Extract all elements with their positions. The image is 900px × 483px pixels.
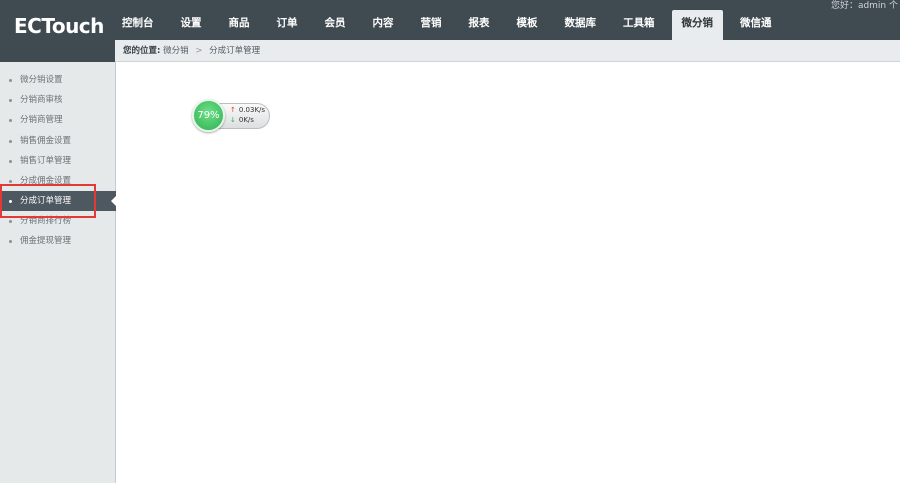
breadcrumb-link-distribution[interactable]: 微分销 — [163, 46, 189, 56]
sidebar-item-distribution-settings[interactable]: 微分销设置 — [0, 70, 116, 90]
nav-item-database[interactable]: 数据库 — [555, 10, 607, 40]
sidebar-item-label: 分销商审核 — [20, 95, 63, 105]
upload-speed-value: 0.03K/s — [238, 106, 266, 114]
breadcrumb-separator: > — [195, 46, 203, 56]
breadcrumb-prefix: 您的位置: — [123, 46, 161, 56]
nav-item-dashboard[interactable]: 控制台 — [112, 10, 164, 40]
memory-usage-circle[interactable]: 79% — [192, 99, 225, 132]
bullet-icon — [9, 99, 12, 102]
down-arrow-icon: ↓ — [230, 116, 236, 124]
sidebar-item-label: 销售订单管理 — [20, 156, 72, 166]
nav-item-templates[interactable]: 模板 — [507, 10, 548, 40]
breadcrumb-current: 分成订单管理 — [209, 46, 261, 56]
upload-speed: ↑ 0.03K/s — [230, 106, 265, 114]
nav-item-settings[interactable]: 设置 — [171, 10, 212, 40]
sidebar-item-share-order-management[interactable]: 分成订单管理 — [0, 191, 117, 211]
sidebar-item-label: 分销商管理 — [20, 115, 63, 125]
top-header: ECTouch 您好：admin 个 控制台 设置 商品 订单 会员 内容 营销… — [0, 0, 900, 40]
bullet-icon — [9, 240, 12, 243]
sidebar-item-commission-withdrawal[interactable]: 佣金提现管理 — [0, 231, 116, 251]
sidebar-item-label: 分销商排行榜 — [20, 216, 72, 226]
bullet-icon — [9, 79, 12, 82]
sidebar: 微分销设置 分销商审核 分销商管理 销售佣金设置 销售订单管理 分成佣金设置 分… — [0, 62, 117, 483]
up-arrow-icon: ↑ — [230, 106, 236, 114]
sidebar-item-label: 微分销设置 — [20, 75, 63, 85]
bullet-icon — [9, 140, 12, 143]
network-speed-widget[interactable]: 79% ↑ 0.03K/s ↓ 0K/s — [192, 99, 270, 132]
sidebar-item-distributor-ranking[interactable]: 分销商排行榜 — [0, 211, 116, 231]
breadcrumb-bar: 您的位置: 微分销 > 分成订单管理 — [0, 40, 900, 62]
download-speed: ↓ 0K/s — [230, 116, 254, 124]
sidebar-item-sales-order-management[interactable]: 销售订单管理 — [0, 151, 116, 171]
active-pointer-icon — [111, 195, 117, 207]
bullet-icon — [9, 220, 12, 223]
breadcrumb: 您的位置: 微分销 > 分成订单管理 — [123, 40, 260, 62]
nav-item-goods[interactable]: 商品 — [219, 10, 260, 40]
bullet-icon — [9, 180, 12, 183]
nav-item-members[interactable]: 会员 — [315, 10, 356, 40]
nav-item-reports[interactable]: 报表 — [459, 10, 500, 40]
download-speed-value: 0K/s — [238, 116, 254, 124]
bullet-icon — [9, 119, 12, 122]
nav-item-wechat[interactable]: 微信通 — [730, 10, 782, 40]
sidebar-item-share-commission-settings[interactable]: 分成佣金设置 — [0, 171, 116, 191]
nav-item-tools[interactable]: 工具箱 — [613, 10, 665, 40]
sidebar-item-distributor-review[interactable]: 分销商审核 — [0, 90, 116, 110]
sidebar-item-sales-commission-settings[interactable]: 销售佣金设置 — [0, 131, 116, 151]
sidebar-item-label: 佣金提现管理 — [20, 236, 72, 246]
app-logo[interactable]: ECTouch — [14, 14, 104, 38]
bullet-icon — [9, 200, 12, 203]
sidebar-item-label: 分成佣金设置 — [20, 176, 72, 186]
nav-item-content[interactable]: 内容 — [363, 10, 404, 40]
bullet-icon — [9, 160, 12, 163]
sidebar-header — [0, 40, 115, 62]
main-nav: 控制台 设置 商品 订单 会员 内容 营销 报表 模板 数据库 工具箱 微分销 … — [112, 10, 789, 40]
user-greeting[interactable]: 您好：admin 个 — [831, 0, 898, 12]
sidebar-item-distributor-management[interactable]: 分销商管理 — [0, 110, 116, 130]
sidebar-item-label: 销售佣金设置 — [20, 136, 72, 146]
nav-item-orders[interactable]: 订单 — [267, 10, 308, 40]
nav-item-distribution[interactable]: 微分销 — [671, 10, 723, 40]
sidebar-item-label: 分成订单管理 — [20, 196, 72, 206]
nav-item-marketing[interactable]: 营销 — [411, 10, 452, 40]
